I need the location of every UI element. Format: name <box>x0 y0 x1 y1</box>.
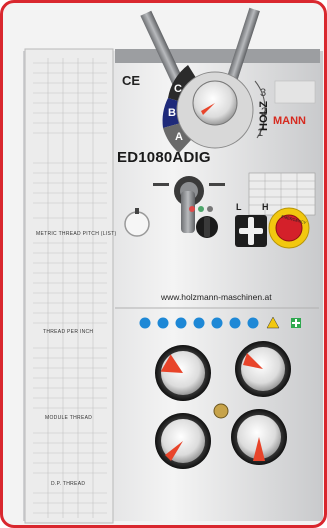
info-plate <box>274 80 316 104</box>
gear-letter-c: C <box>174 83 182 95</box>
feed-knob-bottom-left[interactable] <box>155 413 211 469</box>
func-icon-3 <box>175 317 187 329</box>
switch-label-high: H <box>262 202 269 212</box>
func-icon-4 <box>193 317 205 329</box>
feed-knob-top-right[interactable] <box>235 341 291 397</box>
gear-letter-a: A <box>175 131 183 143</box>
oil-sight-glass <box>213 403 229 419</box>
model-label: ED1080ADIG <box>117 149 211 166</box>
photo-frame: CE ED1080ADIG MANN HOLZ www.holzmann-mas… <box>0 0 327 528</box>
func-icon-7 <box>247 317 259 329</box>
side-title-dp: D.P. THREAD <box>51 481 86 487</box>
side-title-inch: THREAD PER INCH <box>43 329 94 335</box>
ce-mark: CE <box>122 73 141 88</box>
side-title-metric: METRIC THREAD PITCH (LIST) <box>36 231 117 237</box>
func-icon-5 <box>211 317 223 329</box>
ratio-number-1: 1 <box>257 127 264 139</box>
status-lamp-red <box>189 206 195 212</box>
func-icon-1 <box>139 317 151 329</box>
top-rail <box>115 49 320 63</box>
website-label: www.holzmann-maschinen.at <box>161 292 272 302</box>
feed-knob-top-left[interactable] <box>155 345 211 401</box>
status-lamp-grey <box>207 206 213 212</box>
speed-table <box>248 172 316 216</box>
feed-knob-bottom-right[interactable] <box>231 409 287 465</box>
func-icon-2 <box>157 317 169 329</box>
func-icon-6 <box>229 317 241 329</box>
ratio-number-3: 3 <box>260 87 267 99</box>
gear-letter-b: B <box>168 107 176 119</box>
status-lamp-green <box>198 206 204 212</box>
side-title-module: MODULE THREAD <box>45 415 93 421</box>
feed-direction-lever[interactable] <box>181 191 195 233</box>
start-button[interactable] <box>124 211 150 237</box>
brand-name: MANN <box>273 115 306 127</box>
thread-table-strip <box>24 48 114 524</box>
ratio-number-2: 2 <box>261 106 268 118</box>
switch-label-low: L <box>236 202 242 212</box>
lathe-control-panel-photo <box>23 7 323 524</box>
